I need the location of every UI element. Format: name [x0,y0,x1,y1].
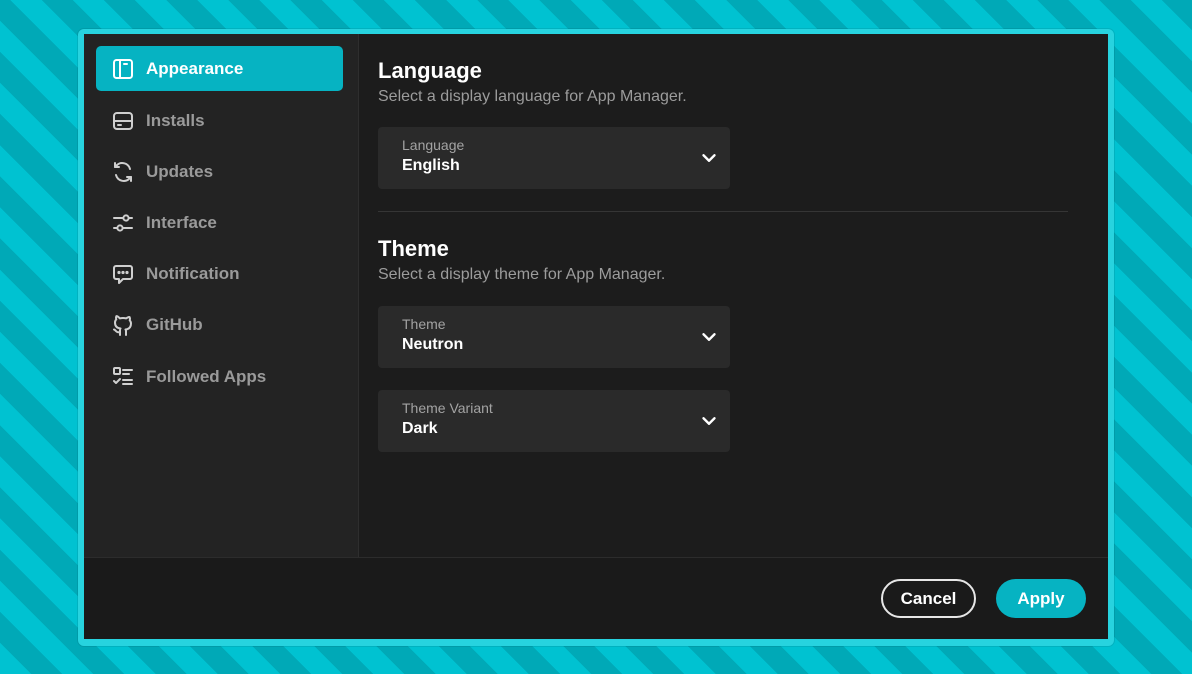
github-icon [110,312,136,338]
dropdown-label: Language [402,137,465,153]
dropdown-label: Theme Variant [402,400,493,416]
checklist-icon [110,364,136,390]
sidebar-item-interface[interactable]: Interface [96,200,343,245]
dialog-footer: Cancel Apply [84,557,1108,639]
dropdown-label: Theme [402,316,446,332]
section-divider [378,211,1068,212]
theme-section-title: Theme [378,236,449,261]
sidebar-item-label: Interface [146,212,217,232]
sidebar-item-installs[interactable]: Installs [96,98,343,143]
settings-window: Appearance Installs Updates Interface No [84,34,1108,639]
apply-button[interactable]: Apply [996,579,1086,618]
sidebar-item-github[interactable]: GitHub [96,302,343,347]
sidebar-item-label: Notification [146,263,240,283]
drive-icon [110,108,136,134]
language-section-title: Language [378,58,482,83]
sidebar-item-notification[interactable]: Notification [96,251,343,296]
settings-content: Language Select a display language for A… [359,34,1108,557]
sidebar-item-followed-apps[interactable]: Followed Apps [96,354,343,399]
chevron-down-icon [698,410,720,432]
language-dropdown[interactable]: Language English [378,127,730,189]
cancel-button[interactable]: Cancel [881,579,976,618]
sidebar-item-label: Appearance [146,58,244,78]
appearance-icon [110,56,136,82]
sidebar-item-label: Updates [146,161,214,181]
refresh-icon [110,159,136,185]
sliders-icon [110,210,136,236]
chevron-down-icon [698,326,720,348]
sidebar-item-label: Followed Apps [146,366,267,386]
message-icon [110,261,136,287]
dropdown-value: English [402,157,460,174]
language-section-description: Select a display language for App Manage… [378,88,687,105]
sidebar-item-updates[interactable]: Updates [96,149,343,194]
dropdown-value: Dark [402,420,438,437]
dropdown-value: Neutron [402,336,464,353]
chevron-down-icon [698,147,720,169]
theme-section-description: Select a display theme for App Manager. [378,266,666,283]
sidebar-item-appearance[interactable]: Appearance [96,46,343,91]
sidebar: Appearance Installs Updates Interface No [84,34,359,557]
sidebar-item-label: Installs [146,110,205,130]
theme-dropdown[interactable]: Theme Neutron [378,306,730,368]
sidebar-item-label: GitHub [146,314,203,334]
theme-variant-dropdown[interactable]: Theme Variant Dark [378,390,730,452]
